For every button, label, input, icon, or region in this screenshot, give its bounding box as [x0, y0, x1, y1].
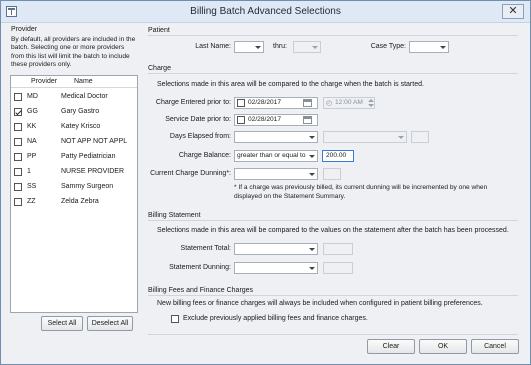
- cancel-button[interactable]: Cancel: [471, 339, 519, 354]
- provider-name: Sammy Surgeon: [61, 183, 114, 190]
- statement-total-dropdown[interactable]: [234, 243, 318, 255]
- charge-balance-label: Charge Balance:: [178, 152, 231, 159]
- fees-divider: [148, 295, 518, 296]
- statement-dunning-value-field[interactable]: [323, 262, 353, 274]
- provider-row[interactable]: 1 NURSE PROVIDER: [11, 166, 137, 179]
- statement-dunning-label: Statement Dunning:: [169, 264, 231, 271]
- provider-name: Patty Pediatrician: [61, 153, 116, 160]
- case-type-dropdown[interactable]: [409, 41, 449, 53]
- provider-row[interactable]: NA NOT APP NOT APPL: [11, 136, 137, 149]
- provider-code: KK: [27, 123, 37, 130]
- clock-icon: ◴: [326, 100, 333, 107]
- provider-list-header: Provider Name: [11, 76, 137, 88]
- ok-button[interactable]: OK: [419, 339, 467, 354]
- provider-checkbox[interactable]: [14, 123, 22, 131]
- statement-divider: [148, 220, 518, 221]
- service-date-value: 02/28/2017: [248, 116, 282, 123]
- charge-entered-checkbox[interactable]: [237, 99, 245, 107]
- provider-code: 1: [27, 168, 31, 175]
- service-date-field[interactable]: 02/28/2017: [234, 114, 318, 126]
- charge-entered-time-field[interactable]: ◴ 12:00 AM: [323, 97, 375, 109]
- dialog-window: Billing Batch Advanced Selections ✕ Prov…: [0, 0, 531, 365]
- charge-entered-date: 02/28/2017: [248, 99, 282, 106]
- days-elapsed-dropdown[interactable]: [234, 131, 318, 143]
- provider-name: Katey Krisco: [61, 123, 101, 130]
- provider-name: Gary Gastro: [61, 108, 100, 115]
- charge-balance-operator-dropdown[interactable]: greater than or equal to: [234, 150, 318, 162]
- provider-checkbox[interactable]: [14, 183, 22, 191]
- calendar-icon[interactable]: [303, 116, 312, 124]
- statement-dunning-dropdown[interactable]: [234, 262, 318, 274]
- provider-row[interactable]: ZZ Zelda Zebra: [11, 196, 137, 209]
- select-all-button[interactable]: Select All: [41, 316, 83, 331]
- column-provider: Provider: [31, 78, 58, 85]
- provider-row[interactable]: MD Medical Doctor: [11, 91, 137, 104]
- footer-divider: [148, 334, 518, 335]
- calendar-icon[interactable]: [303, 99, 312, 107]
- charge-dunning-dropdown[interactable]: [234, 168, 318, 180]
- provider-row[interactable]: KK Katey Krisco: [11, 121, 137, 134]
- time-spinner-icon[interactable]: [368, 98, 374, 108]
- last-name-from-dropdown[interactable]: [234, 41, 264, 53]
- provider-code: SS: [27, 183, 37, 190]
- window-title: Billing Batch Advanced Selections: [190, 6, 341, 17]
- charge-header: Charge: [148, 65, 171, 72]
- exclude-fees-label: Exclude previously applied billing fees …: [183, 315, 368, 322]
- provider-code: NA: [27, 138, 37, 145]
- provider-code: GG: [27, 108, 38, 115]
- clear-button[interactable]: Clear: [367, 339, 415, 354]
- provider-checkbox[interactable]: [14, 198, 22, 206]
- provider-name: NURSE PROVIDER: [61, 168, 125, 175]
- patient-header: Patient: [148, 27, 170, 34]
- provider-checkbox[interactable]: [14, 108, 22, 116]
- provider-code: PP: [27, 153, 37, 160]
- provider-checkbox[interactable]: [14, 153, 22, 161]
- charge-dunning-value-field[interactable]: [323, 168, 341, 180]
- days-elapsed-label: Days Elapsed from:: [169, 133, 231, 140]
- charge-description: Selections made in this area will be com…: [157, 81, 424, 88]
- provider-description: By default, all providers are included i…: [11, 36, 136, 68]
- days-elapsed-value-field[interactable]: [411, 131, 429, 143]
- charge-balance-operator: greater than or equal to: [237, 152, 306, 159]
- last-name-thru-dropdown[interactable]: [293, 41, 321, 53]
- provider-checkbox[interactable]: [14, 138, 22, 146]
- charge-entered-date-field[interactable]: 02/28/2017: [234, 97, 318, 109]
- provider-name: Medical Doctor: [61, 93, 108, 100]
- close-button[interactable]: ✕: [502, 4, 524, 19]
- provider-row[interactable]: GG Gary Gastro: [11, 106, 137, 119]
- column-name: Name: [74, 78, 93, 85]
- provider-name: NOT APP NOT APPL: [61, 138, 128, 145]
- provider-checkbox[interactable]: [14, 168, 22, 176]
- title-bar[interactable]: Billing Batch Advanced Selections ✕: [1, 1, 530, 23]
- charge-entered-time: 12:00 AM: [335, 99, 363, 106]
- charge-balance-field[interactable]: 200.00: [322, 150, 354, 162]
- charge-dunning-note: * If a charge was previously billed, its…: [234, 184, 488, 200]
- exclude-fees-checkbox[interactable]: [171, 315, 179, 323]
- deselect-all-button[interactable]: Deselect All: [87, 316, 133, 331]
- patient-divider: [148, 35, 518, 36]
- thru-label: thru:: [273, 43, 288, 50]
- provider-name: Zelda Zebra: [61, 198, 99, 205]
- provider-checkbox[interactable]: [14, 93, 22, 101]
- provider-list[interactable]: Provider Name MD Medical Doctor GG Gary Gas…: [10, 75, 138, 313]
- statement-description: Selections made in this area will be com…: [157, 227, 509, 234]
- provider-row[interactable]: PP Patty Pediatrician: [11, 151, 137, 164]
- case-type-label: Case Type:: [370, 43, 406, 50]
- days-elapsed-operator-dropdown[interactable]: [323, 131, 407, 143]
- service-date-label: Service Date prior to:: [165, 116, 231, 123]
- statement-header: Billing Statement: [148, 212, 201, 219]
- last-name-label: Last Name:: [195, 43, 231, 50]
- fees-header: Billing Fees and Finance Charges: [148, 287, 254, 294]
- charge-dunning-label: Current Charge Dunning*:: [150, 170, 231, 177]
- statement-total-value-field[interactable]: [323, 243, 353, 255]
- statement-total-label: Statement Total:: [180, 245, 231, 252]
- provider-code: ZZ: [27, 198, 36, 205]
- charge-entered-label: Charge Entered prior to:: [155, 99, 231, 106]
- provider-code: MD: [27, 93, 38, 100]
- provider-header: Provider: [11, 26, 38, 33]
- service-date-checkbox[interactable]: [237, 116, 245, 124]
- provider-row[interactable]: SS Sammy Surgeon: [11, 181, 137, 194]
- charge-divider: [148, 73, 518, 74]
- fees-description: New billing fees or finance charges will…: [157, 300, 483, 307]
